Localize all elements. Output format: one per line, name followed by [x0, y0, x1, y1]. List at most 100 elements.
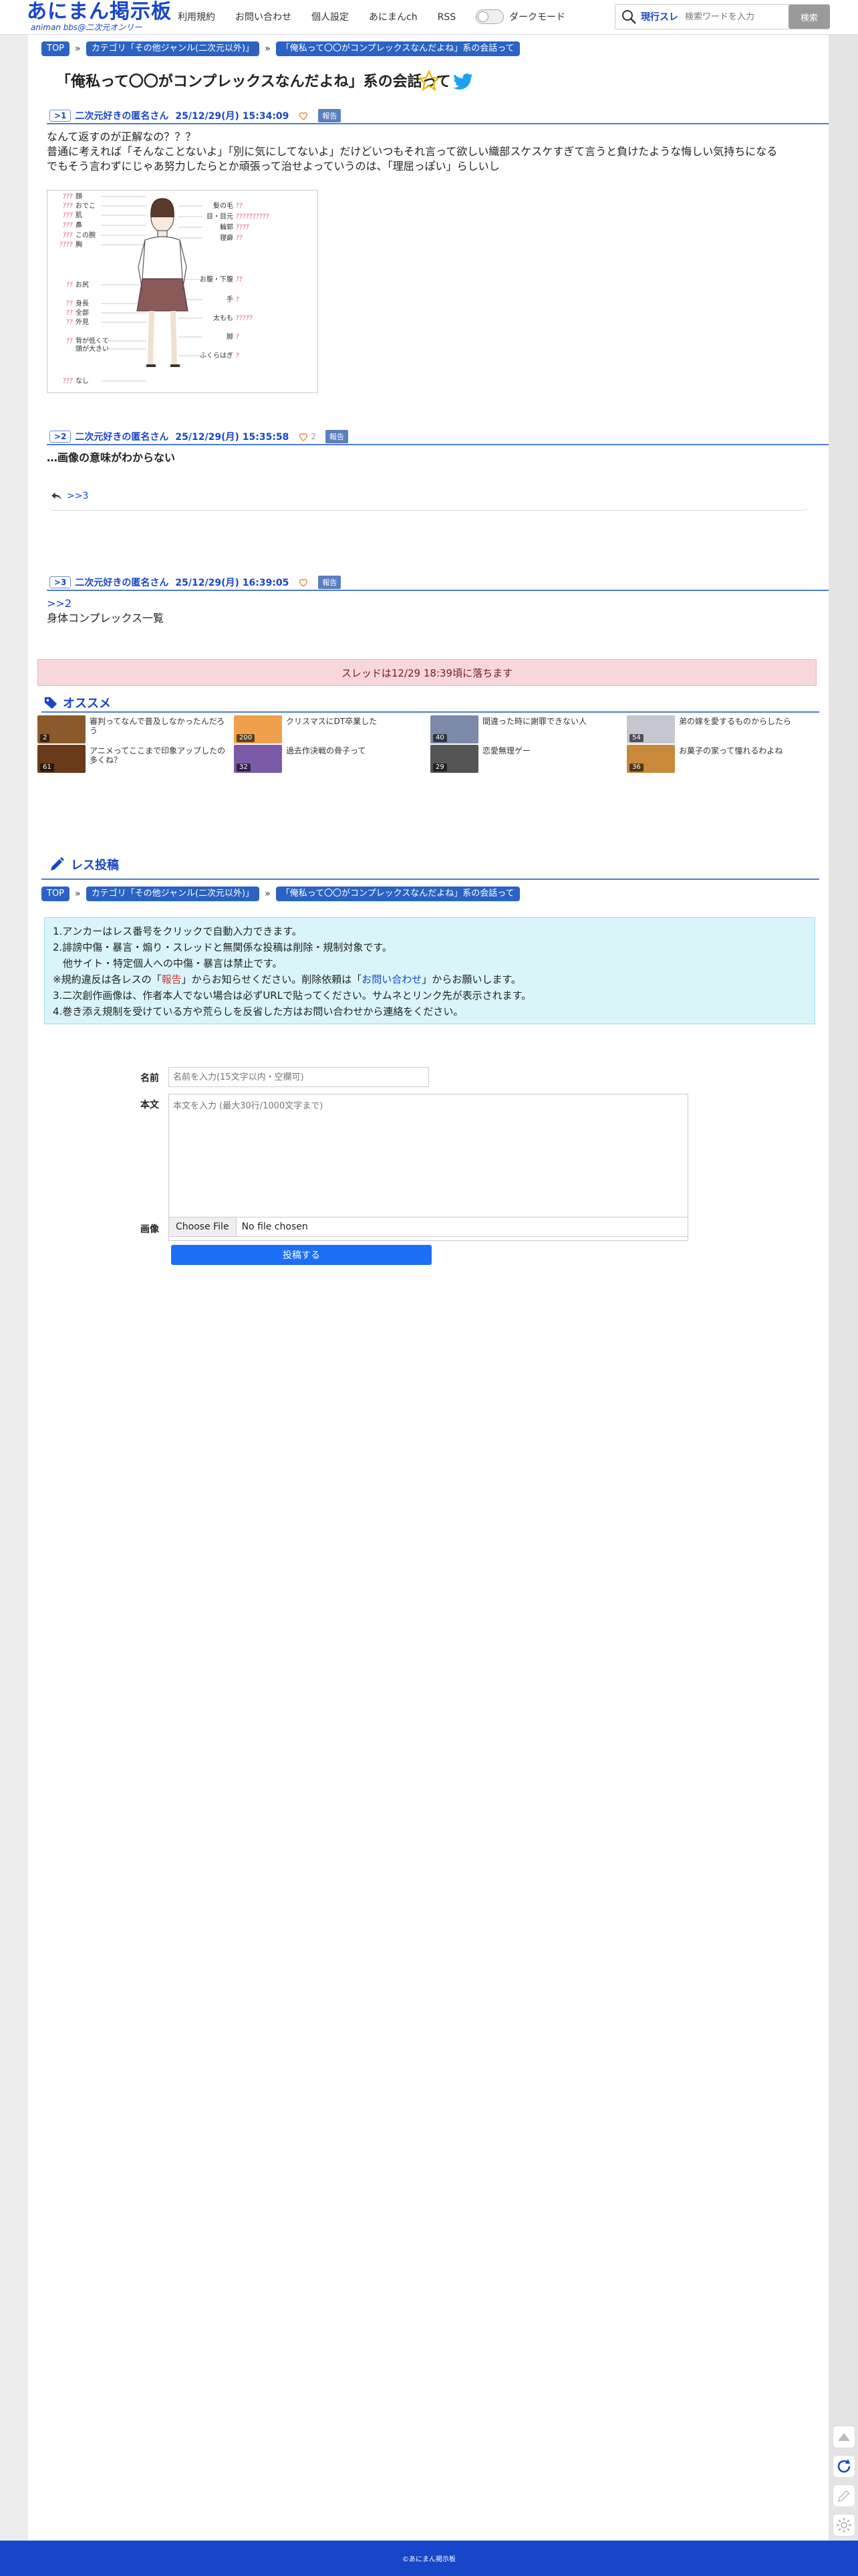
search-input[interactable]: [685, 11, 785, 22]
rule-line: 2.誹謗中傷・暴言・煽り・スレッドと無関係な投稿は削除・規制対象です。: [53, 941, 392, 953]
poster-name: 二次元好きの匿名さん: [75, 111, 169, 122]
recommend-thumb: 32: [234, 745, 282, 773]
breadcrumb-thread[interactable]: 「俺私って〇〇がコンプレックスなんだよね」系の会話って: [275, 887, 520, 901]
nav-terms[interactable]: 利用規約: [178, 11, 215, 24]
post-shortcut-button[interactable]: [833, 2484, 855, 2507]
diagram-label: おでこ: [76, 202, 96, 210]
favorite-star-icon[interactable]: [417, 70, 441, 92]
recommend-item[interactable]: 36 お菓子の家って憧れるわよね: [627, 745, 821, 773]
post-line: なんて返すのが正解なの？？？: [47, 130, 196, 143]
diagram-heart-count: ｱｱ: [236, 203, 243, 210]
reply-count: 61: [40, 764, 54, 772]
report-link[interactable]: 報告: [162, 973, 182, 985]
diagram-heart-count: ｱｱｱｱ: [59, 241, 73, 249]
contact-link[interactable]: お問い合わせ: [362, 973, 422, 985]
file-input[interactable]: Choose File No file chosen: [168, 1217, 688, 1237]
edit-icon: [837, 2490, 850, 2502]
reload-icon: [837, 2459, 851, 2473]
recommend-item[interactable]: 32 過去作決戦の骨子って: [234, 745, 428, 773]
nav-rss[interactable]: RSS: [438, 11, 456, 24]
darkmode-switch[interactable]: ダークモード: [476, 9, 565, 24]
report-button[interactable]: 報告: [318, 576, 341, 589]
complex-diagram: ｱｱｱ 顔ｱｱｱ おでこｱｱｱ 肌ｱｱｱ 鼻ｱｱｱ この腕ｱｱｱｱ 胸ｱｱ お尻ｱｱ 身長ｱｱ全…: [59, 192, 269, 385]
submit-button[interactable]: 投稿する: [171, 1245, 432, 1265]
diagram-heart-count: ｱ: [236, 334, 239, 341]
reply-link[interactable]: >>3: [67, 491, 88, 501]
reply-count: 54: [629, 734, 644, 742]
recommend-grid: 2 審判ってなんで普及しなかったんだろう 200 クリスマスにDT卒業した 40…: [37, 715, 826, 776]
post-number[interactable]: >1: [49, 110, 72, 122]
diagram-label: 手: [227, 295, 233, 304]
report-button[interactable]: 報告: [318, 109, 341, 122]
post-number[interactable]: >3: [49, 576, 72, 588]
twitter-bird-icon[interactable]: [452, 71, 474, 92]
right-gutter: [829, 35, 858, 2541]
post-header: >3 二次元好きの匿名さん 25/12/29(月) 16:39:05 報告: [47, 575, 829, 591]
recommend-title-text: 過去作決戦の骨子って: [286, 746, 366, 755]
diagram-heart-count: ｱｱ: [66, 319, 73, 326]
pencil-icon: [51, 857, 64, 870]
breadcrumb-top[interactable]: TOP: [41, 887, 70, 901]
nav-settings[interactable]: 個人設定: [311, 11, 349, 24]
recommend-item[interactable]: 40 間違った時に謝罪できない人: [430, 715, 624, 743]
post-3: >3 二次元好きの匿名さん 25/12/29(月) 16:39:05 報告 >>…: [47, 575, 829, 626]
heart-icon[interactable]: [298, 577, 309, 588]
recommend-thumb: 36: [627, 745, 675, 773]
image-label: 画像: [140, 1224, 159, 1235]
diagram-label: 胸: [76, 240, 82, 249]
heart-icon[interactable]: [298, 110, 309, 121]
scroll-top-button[interactable]: [833, 2426, 855, 2448]
diagram-label: 背が低くて: [76, 336, 109, 345]
post-body: なんて返すのが正解なの？？？ 普通に考えれば「そんなことないよ」「別に気にしてな…: [47, 124, 829, 174]
diagram-heart-count: ｱｱｱｱｱ: [236, 315, 253, 322]
posting-rules: 1.アンカーはレス番号をクリックで自動入力できます。 2.誹謗中傷・暴言・煽り・…: [44, 917, 815, 1024]
recommend-item[interactable]: 2 審判ってなんで普及しなかったんだろう: [37, 715, 231, 743]
reply-count: 32: [237, 764, 251, 772]
post-1: >1 二次元好きの匿名さん 25/12/29(月) 15:34:09 報告 なん…: [47, 108, 829, 174]
breadcrumb-top[interactable]: TOP: [41, 41, 70, 56]
nav-animanch[interactable]: あにまんch: [369, 11, 418, 24]
post-2: >2 二次元好きの匿名さん 25/12/29(月) 15:35:58 2 報告 …: [47, 429, 829, 465]
report-button[interactable]: 報告: [325, 430, 349, 443]
search-scope[interactable]: 現行スレ: [641, 10, 678, 23]
recommend-item[interactable]: 54 弟の嫁を愛するものからしたら: [627, 715, 821, 743]
reply-arrow-icon: [51, 492, 61, 500]
reply-count: 29: [433, 764, 447, 772]
reply-form-divider: [41, 879, 819, 880]
site-header: あにまん掲示板 animan bbs@二次元オンリー 利用規約 お問い合わせ 個…: [0, 0, 858, 35]
heart-icon[interactable]: [298, 431, 309, 442]
reload-button[interactable]: [833, 2455, 855, 2478]
breadcrumb-thread[interactable]: 「俺私って〇〇がコンプレックスなんだよね」系の会話って: [275, 41, 520, 56]
settings-button[interactable]: [833, 2514, 855, 2537]
rule-line: 1.アンカーはレス番号をクリックで自動入力できます。: [53, 925, 302, 937]
breadcrumb-category[interactable]: カテゴリ「その他ジャンル(二次元以外)」: [86, 41, 260, 56]
recommend-thumb: 2: [37, 715, 86, 743]
anchor-link[interactable]: >>2: [47, 596, 829, 611]
reply-form-heading: レス投稿: [48, 856, 119, 873]
breadcrumb-category[interactable]: カテゴリ「その他ジャンル(二次元以外)」: [86, 887, 260, 901]
thread-expire-notice: スレッドは12/29 18:39頃に落ちます: [37, 659, 817, 686]
recommend-item[interactable]: 29 恋愛無理ゲー: [430, 745, 624, 773]
nav-contact[interactable]: お問い合わせ: [235, 11, 291, 24]
site-logo[interactable]: あにまん掲示板 animan bbs@二次元オンリー: [27, 1, 172, 33]
recommend-item[interactable]: 200 クリスマスにDT卒業した: [234, 715, 428, 743]
recommend-divider: [41, 711, 819, 713]
reply-count: 200: [237, 734, 255, 742]
diagram-label: お尻: [76, 281, 89, 289]
recommend-title-text: 審判ってなんで普及しなかったんだろう: [90, 717, 225, 735]
breadcrumb-sep: »: [265, 43, 271, 54]
diagram-heart-count: ｱｱｱｱ: [236, 224, 249, 231]
post-number[interactable]: >2: [49, 431, 72, 443]
post-image[interactable]: ｱｱｱ顔ｱｱｱ おでこ ｱｱｱ肌ｱｱｱ鼻ｱｱｱ この腕 ｱｱｱｱ胸ｱｱ お尻 ｱｱ 身長 ｱｱ全…: [47, 190, 318, 393]
diagram-label: 全部: [76, 308, 89, 317]
choose-file-button[interactable]: Choose File: [169, 1217, 237, 1236]
diagram-label: お腹・下腹: [200, 275, 233, 283]
diagram-heart-count: ｱ: [236, 296, 239, 304]
diagram-heart-count: ｱｱｱｱｱｱｱｱｱｱ: [236, 213, 269, 221]
chevron-up-icon: [838, 2433, 850, 2441]
darkmode-toggle[interactable]: [476, 9, 504, 24]
search-button[interactable]: 検索: [789, 5, 830, 29]
recommend-item[interactable]: 61 アニメってここまで印象アップしたの多くね？: [37, 745, 231, 773]
poster-name: 二次元好きの匿名さん: [75, 578, 169, 588]
name-input[interactable]: [168, 1067, 429, 1087]
